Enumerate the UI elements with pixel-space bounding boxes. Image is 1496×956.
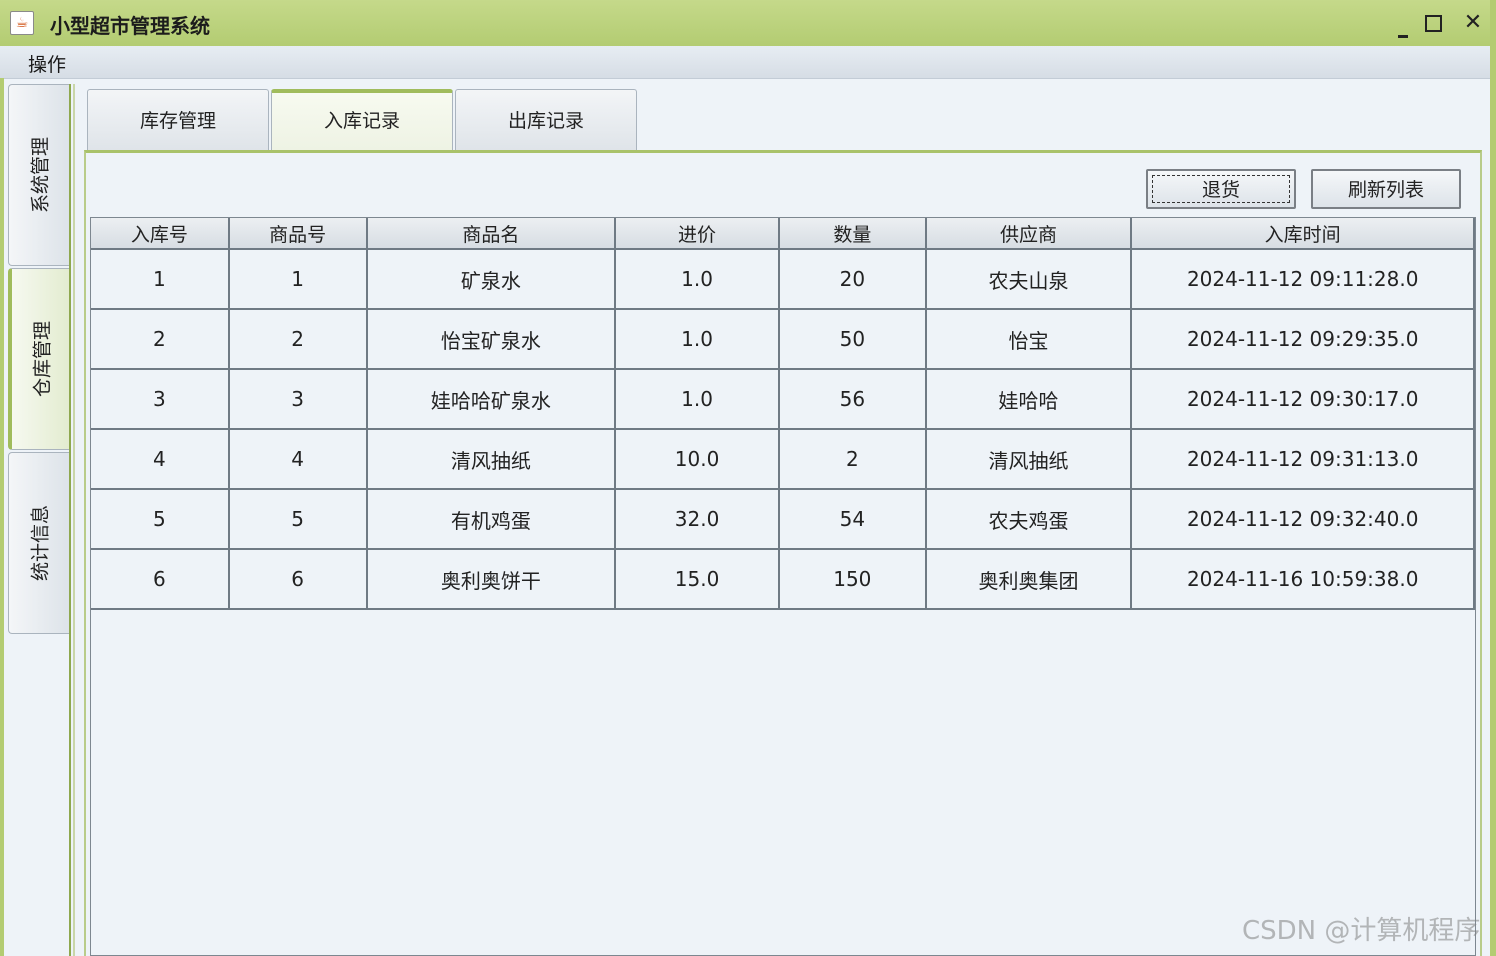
table-cell[interactable]: 3 bbox=[91, 369, 230, 430]
table-row[interactable]: 4 4 清风抽纸 10.0 2 清风抽纸 2024-11-12 09:31:13… bbox=[91, 429, 1475, 490]
side-tab-statistics[interactable]: 统计信息 bbox=[8, 452, 69, 634]
table-cell[interactable]: 6 bbox=[91, 549, 230, 610]
table-cell[interactable]: 清风抽纸 bbox=[366, 429, 617, 490]
table-cell[interactable]: 1.0 bbox=[615, 309, 780, 370]
side-tab-divider-light bbox=[73, 84, 75, 956]
table-cell[interactable]: 2024-11-12 09:11:28.0 bbox=[1131, 249, 1475, 310]
column-header-inbound-no[interactable]: 入库号 bbox=[91, 218, 230, 250]
table-cell[interactable]: 5 bbox=[91, 489, 230, 550]
watermark: CSDN @计算机程序 bbox=[1242, 916, 1481, 946]
column-header-product-name[interactable]: 商品名 bbox=[366, 218, 617, 250]
table-cell[interactable]: 农夫山泉 bbox=[925, 249, 1133, 310]
table-cell[interactable]: 1.0 bbox=[615, 249, 780, 310]
focus-ring bbox=[1152, 175, 1290, 203]
table-cell[interactable]: 1 bbox=[91, 249, 230, 310]
column-header-supplier[interactable]: 供应商 bbox=[925, 218, 1133, 250]
side-tab-divider bbox=[69, 84, 71, 956]
java-cup-icon: ☕ bbox=[10, 11, 34, 35]
side-tab-label: 仓库管理 bbox=[31, 320, 53, 398]
table-cell[interactable]: 2024-11-16 10:59:38.0 bbox=[1131, 549, 1475, 610]
table-cell[interactable]: 怡宝矿泉水 bbox=[366, 309, 617, 370]
table-cell[interactable]: 6 bbox=[228, 549, 368, 610]
tab-inventory[interactable]: 库存管理 bbox=[87, 89, 269, 150]
window-title: 小型超市管理系统 bbox=[50, 14, 210, 38]
menu-operations[interactable]: 操作 bbox=[28, 50, 66, 77]
table-cell[interactable]: 怡宝 bbox=[925, 309, 1133, 370]
table-cell[interactable]: 矿泉水 bbox=[366, 249, 617, 310]
tab-inbound-records[interactable]: 入库记录 bbox=[271, 89, 453, 150]
table-header-row: 入库号 商品号 商品名 进价 数量 供应商 入库时间 bbox=[91, 218, 1475, 250]
table-row[interactable]: 2 2 怡宝矿泉水 1.0 50 怡宝 2024-11-12 09:29:35.… bbox=[91, 309, 1475, 370]
table-cell[interactable]: 50 bbox=[778, 309, 927, 370]
table-cell[interactable]: 1.0 bbox=[615, 369, 780, 430]
table-cell[interactable]: 农夫鸡蛋 bbox=[925, 489, 1133, 550]
return-goods-button[interactable]: 退货 bbox=[1146, 169, 1296, 209]
window-right-border bbox=[1490, 0, 1496, 956]
table-cell[interactable]: 4 bbox=[91, 429, 230, 490]
table-cell[interactable]: 2024-11-12 09:30:17.0 bbox=[1131, 369, 1475, 430]
column-header-product-no[interactable]: 商品号 bbox=[228, 218, 368, 250]
table-cell[interactable]: 2 bbox=[91, 309, 230, 370]
table-cell[interactable]: 有机鸡蛋 bbox=[366, 489, 617, 550]
close-icon: ✕ bbox=[1463, 10, 1483, 35]
table-cell[interactable]: 56 bbox=[778, 369, 927, 430]
table-row[interactable]: 1 1 矿泉水 1.0 20 农夫山泉 2024-11-12 09:11:28.… bbox=[91, 249, 1475, 310]
menu-bar: 操作 bbox=[0, 46, 1490, 79]
refresh-list-button[interactable]: 刷新列表 bbox=[1311, 169, 1461, 209]
table-cell[interactable]: 3 bbox=[228, 369, 368, 430]
table-cell[interactable]: 2024-11-12 09:31:13.0 bbox=[1131, 429, 1475, 490]
window-left-border bbox=[0, 78, 4, 956]
table-cell[interactable]: 5 bbox=[228, 489, 368, 550]
minimize-button[interactable] bbox=[1388, 8, 1418, 38]
title-bar: ☕ 小型超市管理系统 ✕ bbox=[0, 0, 1496, 47]
table-cell[interactable]: 2 bbox=[778, 429, 927, 490]
close-button[interactable]: ✕ bbox=[1458, 8, 1488, 38]
table-cell[interactable]: 54 bbox=[778, 489, 927, 550]
table-cell[interactable]: 2024-11-12 09:29:35.0 bbox=[1131, 309, 1475, 370]
table-cell[interactable]: 20 bbox=[778, 249, 927, 310]
records-table: 入库号 商品号 商品名 进价 数量 供应商 入库时间 1 1 矿泉水 1.0 2… bbox=[91, 218, 1475, 610]
table-cell[interactable]: 娃哈哈 bbox=[925, 369, 1133, 430]
table-cell[interactable]: 娃哈哈矿泉水 bbox=[366, 369, 617, 430]
column-header-inbound-time[interactable]: 入库时间 bbox=[1131, 218, 1475, 250]
maximize-button[interactable] bbox=[1418, 8, 1448, 38]
table-row[interactable]: 3 3 娃哈哈矿泉水 1.0 56 娃哈哈 2024-11-12 09:30:1… bbox=[91, 369, 1475, 430]
column-header-quantity[interactable]: 数量 bbox=[778, 218, 927, 250]
table-cell[interactable]: 4 bbox=[228, 429, 368, 490]
table-cell[interactable]: 150 bbox=[778, 549, 927, 610]
side-tab-system[interactable]: 系统管理 bbox=[8, 84, 69, 266]
side-tab-warehouse[interactable]: 仓库管理 bbox=[8, 268, 69, 450]
side-tab-label: 统计信息 bbox=[29, 504, 52, 582]
table-cell[interactable]: 10.0 bbox=[615, 429, 780, 490]
table-cell[interactable]: 奥利奥集团 bbox=[925, 549, 1133, 610]
minimize-icon bbox=[1398, 35, 1408, 38]
table-cell[interactable]: 2 bbox=[228, 309, 368, 370]
maximize-icon bbox=[1424, 15, 1442, 32]
column-header-purchase-price[interactable]: 进价 bbox=[615, 218, 780, 250]
table-cell[interactable]: 奥利奥饼干 bbox=[366, 549, 617, 610]
table-cell[interactable]: 15.0 bbox=[615, 549, 780, 610]
table-cell[interactable]: 2024-11-12 09:32:40.0 bbox=[1131, 489, 1475, 550]
inbound-records-table[interactable]: 入库号 商品号 商品名 进价 数量 供应商 入库时间 1 1 矿泉水 1.0 2… bbox=[90, 217, 1476, 956]
tab-outbound-records[interactable]: 出库记录 bbox=[455, 89, 637, 150]
table-cell[interactable]: 清风抽纸 bbox=[925, 429, 1133, 490]
table-row[interactable]: 6 6 奥利奥饼干 15.0 150 奥利奥集团 2024-11-16 10:5… bbox=[91, 549, 1475, 610]
table-row[interactable]: 5 5 有机鸡蛋 32.0 54 农夫鸡蛋 2024-11-12 09:32:4… bbox=[91, 489, 1475, 550]
table-cell[interactable]: 1 bbox=[228, 249, 368, 310]
side-tab-label: 系统管理 bbox=[29, 136, 52, 214]
table-cell[interactable]: 32.0 bbox=[615, 489, 780, 550]
